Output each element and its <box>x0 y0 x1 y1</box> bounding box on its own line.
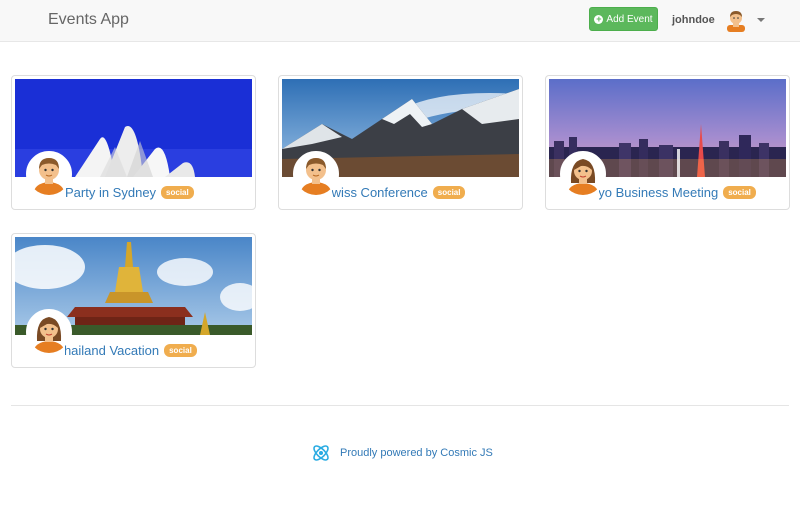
event-title[interactable]: Tokyo Business Meeting <box>599 185 718 200</box>
cosmic-js-logo-icon <box>313 445 329 461</box>
event-tag-badge: social <box>161 185 194 199</box>
app-brand[interactable]: Events App <box>48 11 129 29</box>
user-menu[interactable]: johndoe <box>672 7 765 33</box>
event-title-row: Thailand Vacation social <box>65 338 251 362</box>
event-tag-badge: social <box>432 185 466 199</box>
event-title-row: Swiss Conference social <box>332 180 518 204</box>
event-title[interactable]: Party in Sydney <box>65 185 156 200</box>
event-tag-badge: social <box>723 185 756 199</box>
event-title[interactable]: Swiss Conference <box>332 185 428 200</box>
event-tag-badge: social <box>164 343 197 357</box>
add-event-button[interactable]: + Add Event <box>589 7 658 31</box>
username: johndoe <box>672 14 715 26</box>
plus-circle-icon: + <box>594 13 604 24</box>
event-card[interactable]: Party in Sydney social <box>11 75 256 210</box>
caret-down-icon <box>756 18 765 22</box>
navbar: Events App + Add Event johndoe <box>0 0 800 42</box>
event-card[interactable]: Swiss Conference social <box>278 75 523 210</box>
event-title[interactable]: Thailand Vacation <box>65 343 159 358</box>
powered-by-link[interactable]: Proudly powered by Cosmic JS <box>340 447 493 459</box>
event-card[interactable]: Thailand Vacation social <box>11 233 256 368</box>
user-avatar-icon <box>726 11 745 32</box>
add-event-label: Add Event <box>606 13 653 25</box>
event-title-row: Tokyo Business Meeting social <box>599 180 785 204</box>
event-card[interactable]: Tokyo Business Meeting social <box>545 75 790 210</box>
footer-divider <box>11 405 789 406</box>
event-title-row: Party in Sydney social <box>65 180 251 204</box>
footer: Proudly powered by Cosmic JS <box>310 441 493 465</box>
